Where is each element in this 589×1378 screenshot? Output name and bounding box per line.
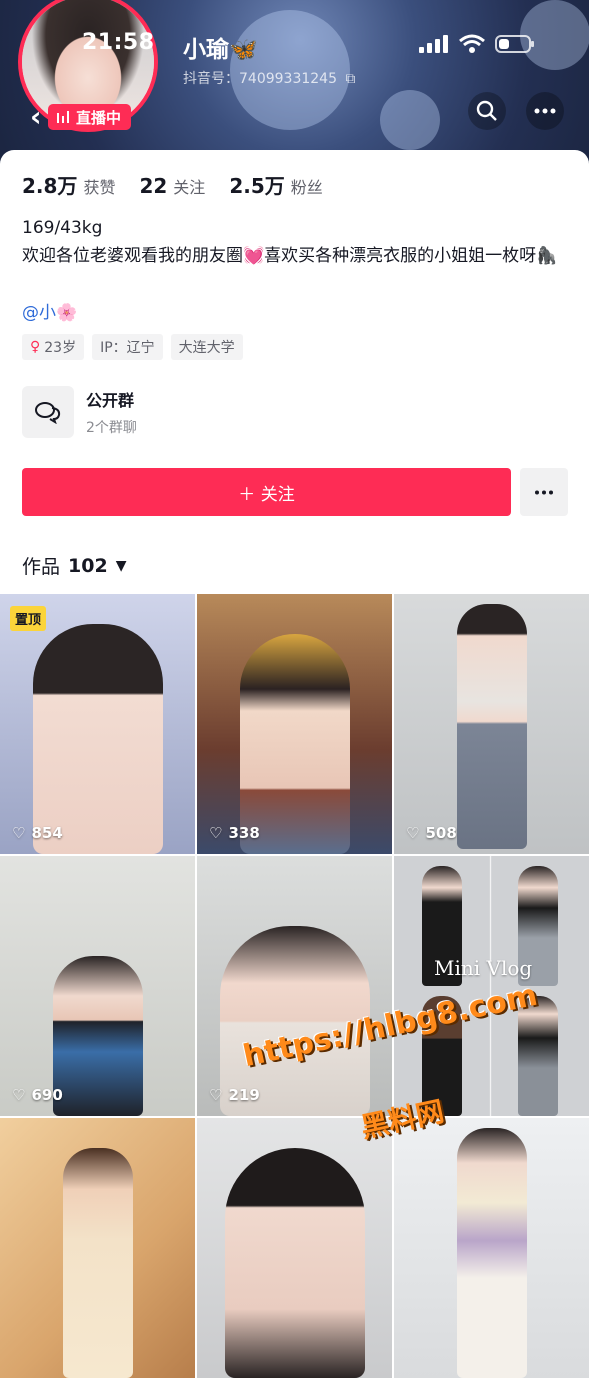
follow-more-button[interactable] <box>520 468 568 516</box>
video-tile[interactable] <box>197 1118 392 1378</box>
thumbnail-figure <box>62 1148 133 1378</box>
heart-icon: ♡ <box>12 824 26 842</box>
thumbnail-figure <box>32 624 163 854</box>
works-count: 102 <box>68 554 108 577</box>
video-tile[interactable]: ♡ 338 <box>197 594 392 854</box>
heart-icon: ♡ <box>209 1086 223 1104</box>
stat-label: 粉丝 <box>290 178 323 197</box>
douyin-id[interactable]: 抖音号：74099331245 ⧉ <box>183 68 355 88</box>
like-value: 338 <box>228 824 260 842</box>
caret-down-icon: ▼ <box>115 557 127 574</box>
thumbnail-figure <box>456 604 527 849</box>
signal-icon <box>419 35 448 53</box>
background-sparkle <box>380 90 440 150</box>
group-title: 公开群 <box>86 391 135 410</box>
live-bars-icon <box>57 111 69 123</box>
heart-icon: ♡ <box>406 824 420 842</box>
stat-likes[interactable]: 2.8万 获赞 <box>22 170 115 199</box>
like-count: ♡ 508 <box>406 824 457 842</box>
more-options-button[interactable] <box>526 92 564 130</box>
stat-label: 获赞 <box>83 178 116 197</box>
profile-header: 21:58 ‹ 直播中 小瑜🦋 抖音号：74099331245 ⧉ <box>0 0 589 170</box>
like-value: 508 <box>425 824 457 842</box>
live-badge[interactable]: 直播中 <box>48 104 132 130</box>
copy-icon[interactable]: ⧉ <box>345 71 355 87</box>
group-subtitle: 2个群聊 <box>86 420 137 436</box>
bio: 169/43kg 欢迎各位老婆观看我的朋友圈💓喜欢买各种漂亮衣服的小姐姐一枚呀🦍 <box>22 214 562 270</box>
video-tile[interactable]: ♡ 508 <box>394 594 589 854</box>
more-dots-icon <box>534 108 556 114</box>
group-chat-icon <box>22 386 74 438</box>
stat-value: 22 <box>139 174 168 198</box>
ip-tag: IP：辽宁 <box>92 334 163 360</box>
profile-stats: 2.8万 获赞 22 关注 2.5万 粉丝 <box>22 170 323 199</box>
status-icons <box>419 34 535 54</box>
wifi-icon <box>459 34 485 53</box>
chat-bubbles-icon <box>35 402 61 424</box>
bio-line: 欢迎各位老婆观看我的朋友圈💓喜欢买各种漂亮衣服的小姐姐一枚呀🦍 <box>22 246 558 266</box>
battery-icon <box>495 35 534 53</box>
thumbnail-figure <box>456 1128 527 1378</box>
like-value: 854 <box>31 824 63 842</box>
search-button[interactable] <box>468 92 506 130</box>
works-label: 作品 <box>22 556 61 578</box>
stat-followers[interactable]: 2.5万 粉丝 <box>229 170 322 199</box>
search-icon <box>476 100 497 121</box>
thumbnail-figure <box>239 634 350 854</box>
like-value: 690 <box>31 1086 63 1104</box>
video-tile[interactable] <box>0 1118 195 1378</box>
public-group[interactable]: 公开群 2个群聊 <box>22 386 137 438</box>
profile-name: 小瑜🦋 <box>183 37 258 63</box>
more-dots-icon <box>535 490 553 494</box>
live-label: 直播中 <box>76 108 122 127</box>
like-count: ♡ 854 <box>12 824 63 842</box>
video-tile[interactable]: ♡ 690 <box>0 856 195 1116</box>
douyin-id-text: 抖音号：74099331245 <box>183 71 337 87</box>
status-time: 21:58 <box>82 30 155 55</box>
female-icon: ♀ <box>30 339 41 355</box>
heart-icon: ♡ <box>12 1086 26 1104</box>
age-text: 23岁 <box>44 340 77 356</box>
school-tag[interactable]: 大连大学 <box>170 334 243 360</box>
like-value: 219 <box>228 1086 260 1104</box>
works-tab[interactable]: 作品 102 ▼ <box>22 552 126 579</box>
pinned-badge: 置顶 <box>10 606 47 631</box>
heart-icon: ♡ <box>209 824 223 842</box>
stat-value: 2.8万 <box>22 174 78 198</box>
video-tile[interactable]: ♡ 219 <box>197 856 392 1116</box>
age-tag: ♀ 23岁 <box>22 334 85 360</box>
stat-value: 2.5万 <box>229 174 285 198</box>
like-count: ♡ 338 <box>209 824 260 842</box>
profile-tags: ♀ 23岁 IP：辽宁 大连大学 <box>22 334 243 360</box>
video-tile[interactable] <box>394 1118 589 1378</box>
thumbnail-figure <box>52 956 143 1116</box>
video-tile[interactable]: 置顶 ♡ 854 <box>0 594 195 854</box>
thumbnail-figure <box>224 1148 365 1378</box>
like-count: ♡ 690 <box>12 1086 63 1104</box>
mention-link[interactable]: @小🌸 <box>22 298 77 323</box>
profile-card: 2.8万 获赞 22 关注 2.5万 粉丝 169/43kg 欢迎各位老婆观看我的朋友… <box>0 150 589 1378</box>
stat-label: 关注 <box>173 178 206 197</box>
back-arrow-icon[interactable]: ‹ <box>30 100 42 133</box>
like-count: ♡ 219 <box>209 1086 260 1104</box>
bio-line: 169/43kg <box>22 218 103 238</box>
follow-button[interactable]: ＋ 关注 <box>22 468 511 516</box>
stat-following[interactable]: 22 关注 <box>139 174 205 198</box>
mini-vlog-overlay: Mini Vlog <box>434 956 533 980</box>
